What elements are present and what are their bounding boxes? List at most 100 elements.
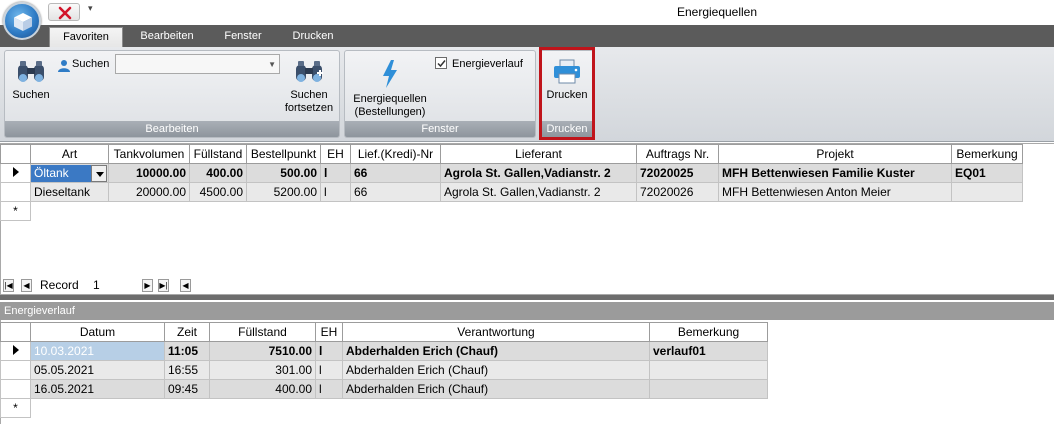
cell-zeit[interactable]: 11:05 bbox=[164, 341, 210, 361]
cell-fuellstand[interactable]: 4500.00 bbox=[189, 182, 247, 202]
first-record-button[interactable]: |◀ bbox=[3, 279, 14, 292]
cell-datum[interactable]: 16.05.2021 bbox=[30, 379, 165, 399]
next-record-button[interactable]: ▶ bbox=[142, 279, 153, 292]
tab-fenster[interactable]: Fenster bbox=[209, 25, 277, 47]
new-row-empty bbox=[30, 201, 1023, 221]
column-header-eh[interactable]: EH bbox=[320, 144, 351, 164]
cell-projekt[interactable]: MFH Bettenwiesen Anton Meier bbox=[718, 182, 952, 202]
cube-icon bbox=[14, 13, 32, 31]
cell-eh[interactable]: l bbox=[320, 182, 351, 202]
cell-art[interactable]: Dieseltank bbox=[30, 182, 109, 202]
energy-history-checkbox[interactable] bbox=[435, 57, 447, 69]
table-row[interactable]: 05.05.2021 16:55 301.00 l Abderhalden Er… bbox=[0, 360, 768, 380]
cell-lief-nr[interactable]: 66 bbox=[350, 182, 441, 202]
cell-bestellpunkt[interactable]: 500.00 bbox=[246, 163, 321, 183]
art-dropdown-button[interactable] bbox=[91, 165, 107, 182]
cell-eh[interactable]: l bbox=[320, 163, 351, 183]
cell-auftrags-nr[interactable]: 72020026 bbox=[636, 182, 719, 202]
tab-bearbeiten[interactable]: Bearbeiten bbox=[130, 25, 204, 47]
column-header-fuellstand[interactable]: Füllstand bbox=[189, 144, 247, 164]
continue-search-button[interactable]: Suchen fortsetzen bbox=[281, 59, 337, 115]
art-combobox[interactable]: Öltank bbox=[30, 163, 109, 183]
new-row[interactable]: * bbox=[0, 398, 768, 418]
search-button[interactable]: Suchen bbox=[7, 59, 55, 102]
column-header-bemerkung[interactable]: Bemerkung bbox=[649, 322, 768, 342]
last-record-button[interactable]: ▶| bbox=[158, 279, 169, 292]
column-header-tankvolumen[interactable]: Tankvolumen bbox=[108, 144, 190, 164]
app-menu-orb-button[interactable] bbox=[3, 2, 41, 40]
column-header-verantwortung[interactable]: Verantwortung bbox=[342, 322, 650, 342]
table-row[interactable]: 10.03.2021 11:05 7510.00 l Abderhalden E… bbox=[0, 341, 768, 361]
column-header-zeit[interactable]: Zeit bbox=[164, 322, 210, 342]
art-value[interactable]: Öltank bbox=[31, 165, 91, 182]
column-header-bemerkung[interactable]: Bemerkung bbox=[951, 144, 1023, 164]
cell-bestellpunkt[interactable]: 5200.00 bbox=[246, 182, 321, 202]
cell-eh[interactable]: l bbox=[315, 379, 343, 399]
cell-lief-nr[interactable]: 66 bbox=[350, 163, 441, 183]
cell-lieferant[interactable]: Agrola St. Gallen,Vadianstr. 2 bbox=[440, 182, 637, 202]
cell-bemerkung[interactable] bbox=[649, 379, 768, 399]
record-number-input[interactable]: 1 bbox=[90, 278, 138, 293]
table-row[interactable]: Öltank 10000.00 400.00 500.00 l 66 Agrol… bbox=[0, 163, 1023, 183]
cell-bemerkung[interactable] bbox=[649, 360, 768, 380]
cell-datum[interactable]: 10.03.2021 bbox=[30, 341, 165, 361]
current-row-indicator[interactable] bbox=[0, 163, 31, 183]
row-selector[interactable] bbox=[0, 379, 31, 399]
column-header-lief-nr[interactable]: Lief.(Kredi)-Nr bbox=[350, 144, 441, 164]
cell-bemerkung[interactable]: verlauf01 bbox=[649, 341, 768, 361]
checkmark-icon bbox=[437, 60, 446, 68]
energy-sources-orders-button[interactable]: Energiequellen (Bestellungen) bbox=[349, 59, 431, 119]
user-icon bbox=[58, 60, 70, 72]
tab-drucken[interactable]: Drucken bbox=[282, 25, 344, 47]
column-header-fuellstand[interactable]: Füllstand bbox=[209, 322, 316, 342]
cell-fuellstand[interactable]: 301.00 bbox=[209, 360, 316, 380]
cell-lieferant[interactable]: Agrola St. Gallen,Vadianstr. 2 bbox=[440, 163, 637, 183]
previous-record-button[interactable]: ◀ bbox=[21, 279, 32, 292]
cell-fuellstand[interactable]: 7510.00 bbox=[209, 341, 316, 361]
search-combobox[interactable]: ▼ bbox=[115, 54, 280, 74]
new-row-marker[interactable]: * bbox=[0, 201, 31, 221]
row-selector[interactable] bbox=[0, 360, 31, 380]
cell-eh[interactable]: l bbox=[315, 360, 343, 380]
cell-bemerkung[interactable] bbox=[951, 182, 1023, 202]
column-header-projekt[interactable]: Projekt bbox=[718, 144, 952, 164]
new-row[interactable]: * bbox=[0, 201, 1023, 221]
column-header-bestellpunkt[interactable]: Bestellpunkt bbox=[246, 144, 321, 164]
chevron-down-icon bbox=[96, 172, 104, 177]
column-header-eh[interactable]: EH bbox=[315, 322, 343, 342]
new-row-empty bbox=[30, 398, 768, 418]
record-label: Record bbox=[40, 278, 79, 292]
cell-fuellstand[interactable]: 400.00 bbox=[189, 163, 247, 183]
column-header-auftrags-nr[interactable]: Auftrags Nr. bbox=[636, 144, 719, 164]
cell-bemerkung[interactable]: EQ01 bbox=[951, 163, 1023, 183]
cell-datum[interactable]: 05.05.2021 bbox=[30, 360, 165, 380]
tab-favoriten[interactable]: Favoriten bbox=[49, 27, 123, 48]
cell-eh[interactable]: l bbox=[315, 341, 343, 361]
subform-title: Energieverlauf bbox=[0, 302, 1054, 320]
cell-zeit[interactable]: 16:55 bbox=[164, 360, 210, 380]
cell-zeit[interactable]: 09:45 bbox=[164, 379, 210, 399]
new-row-marker[interactable]: * bbox=[0, 398, 31, 418]
cell-projekt[interactable]: MFH Bettenwiesen Familie Kuster bbox=[718, 163, 952, 183]
cell-tankvolumen[interactable]: 20000.00 bbox=[108, 182, 190, 202]
current-row-indicator[interactable] bbox=[0, 341, 31, 361]
row-pointer-icon bbox=[12, 167, 19, 177]
column-header-datum[interactable]: Datum bbox=[30, 322, 165, 342]
cell-verantwortung[interactable]: Abderhalden Erich (Chauf) bbox=[342, 379, 650, 399]
cell-auftrags-nr[interactable]: 72020025 bbox=[636, 163, 719, 183]
cell-verantwortung[interactable]: Abderhalden Erich (Chauf) bbox=[342, 341, 650, 361]
form-splitter[interactable] bbox=[0, 295, 1054, 300]
cell-tankvolumen[interactable]: 10000.00 bbox=[108, 163, 190, 183]
search-button-label: Suchen bbox=[12, 89, 50, 101]
table-row[interactable]: Dieseltank 20000.00 4500.00 5200.00 l 66… bbox=[0, 182, 1023, 202]
row-selector[interactable] bbox=[0, 182, 31, 202]
column-header-art[interactable]: Art bbox=[30, 144, 109, 164]
energy-history-toggle[interactable]: Energieverlauf bbox=[435, 57, 523, 70]
column-header-lieferant[interactable]: Lieferant bbox=[440, 144, 637, 164]
cell-fuellstand[interactable]: 400.00 bbox=[209, 379, 316, 399]
chevron-down-icon[interactable]: ▼ bbox=[268, 60, 276, 69]
energy-sources-grid: Art Tankvolumen Füllstand Bestellpunkt E… bbox=[0, 144, 1023, 221]
cell-verantwortung[interactable]: Abderhalden Erich (Chauf) bbox=[342, 360, 650, 380]
scroll-left-button[interactable]: ◀ bbox=[180, 279, 191, 292]
table-row[interactable]: 16.05.2021 09:45 400.00 l Abderhalden Er… bbox=[0, 379, 768, 399]
